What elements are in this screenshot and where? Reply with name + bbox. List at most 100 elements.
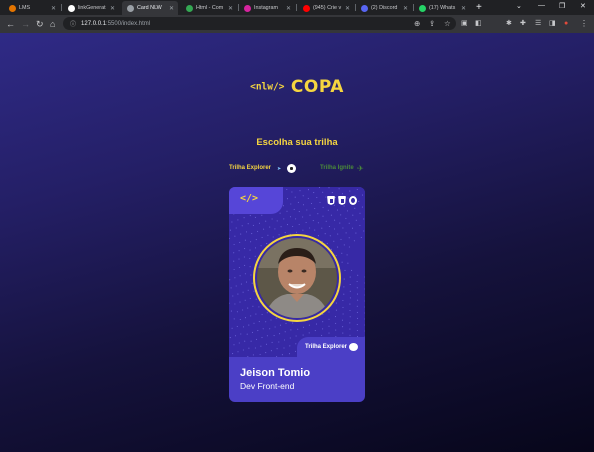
pattern-dot — [349, 297, 351, 299]
site-info-icon[interactable]: ⓘ — [70, 19, 76, 28]
pattern-dot — [341, 261, 343, 263]
browser-tab[interactable]: Instagram ✕ — [239, 1, 295, 15]
code-symbol: </> — [240, 193, 259, 204]
browser-tab[interactable]: (945) Crie v ✕ — [298, 1, 354, 15]
pattern-dot — [255, 239, 257, 241]
pattern-dot — [252, 224, 254, 226]
pattern-dot — [337, 233, 339, 235]
pattern-dot — [335, 322, 337, 324]
close-tab-icon[interactable]: ✕ — [110, 5, 115, 12]
tab-search-icon[interactable]: ⌄ — [516, 2, 522, 10]
plane-icon: ✈ — [357, 164, 364, 173]
close-tab-icon[interactable]: ✕ — [403, 5, 408, 12]
close-tab-icon[interactable]: ✕ — [461, 5, 466, 12]
close-window-button[interactable]: ✕ — [580, 2, 586, 10]
pattern-dot — [229, 337, 231, 339]
menu-kebab-icon[interactable]: ⋮ — [580, 18, 588, 30]
browser-tab[interactable]: Card NLW ✕ — [122, 1, 178, 15]
pattern-dot — [229, 237, 230, 239]
trail-ignite-link[interactable]: Trilha Ignite — [320, 165, 354, 171]
pattern-dot — [305, 221, 307, 224]
pattern-dot — [306, 209, 308, 211]
pattern-dot — [302, 334, 304, 336]
browser-tab[interactable]: (2) Discord ✕ — [356, 1, 412, 15]
reading-list-icon[interactable]: ☰ — [535, 18, 541, 30]
tab-separator — [61, 4, 62, 11]
zoom-icon[interactable]: ⊕ — [414, 17, 420, 30]
pattern-dot — [272, 236, 274, 238]
address-bar[interactable]: ⓘ 127.0.0.1:5500/index.html ⊕ ⇪ ☆ — [63, 17, 456, 30]
pattern-dot — [356, 317, 359, 319]
pattern-dot — [340, 214, 342, 216]
browser-tab[interactable]: (17) Whats ✕ — [414, 1, 470, 15]
extension-icon[interactable]: ▣ — [461, 18, 468, 30]
pattern-dot — [245, 281, 248, 283]
close-tab-icon[interactable]: ✕ — [345, 5, 350, 12]
pattern-dot — [328, 318, 330, 320]
pattern-dot — [247, 307, 249, 309]
pattern-dot — [252, 354, 254, 356]
pattern-dot — [298, 223, 300, 226]
pattern-dot — [337, 246, 339, 248]
new-tab-button[interactable]: + — [476, 2, 482, 13]
pattern-dot — [231, 221, 233, 223]
close-tab-icon[interactable]: ✕ — [228, 5, 233, 12]
browser-tab[interactable]: LMS ✕ — [4, 1, 60, 15]
trail-explorer-link[interactable]: Trilha Explorer — [229, 165, 271, 171]
browser-tab[interactable]: Html - Com ✕ — [181, 1, 237, 15]
pattern-dot — [280, 226, 282, 228]
side-panel-icon[interactable]: ◨ — [549, 18, 556, 30]
pattern-dot — [286, 210, 288, 212]
soccer-ball-icon[interactable] — [287, 164, 296, 173]
pattern-dot — [314, 229, 316, 231]
pattern-dot — [239, 275, 241, 277]
minimize-button[interactable]: — — [538, 2, 545, 9]
forward-icon[interactable]: → — [21, 18, 30, 30]
tab-title: (2) Discord — [371, 5, 398, 11]
extension-icon[interactable]: ◧ — [475, 18, 482, 30]
pattern-dot — [229, 229, 231, 231]
pattern-dot — [318, 187, 321, 188]
pattern-dot — [342, 313, 344, 315]
pattern-dot — [341, 319, 344, 321]
bookmark-star-icon[interactable]: ☆ — [444, 17, 451, 30]
close-tab-icon[interactable]: ✕ — [286, 5, 291, 12]
pattern-dot — [232, 353, 234, 355]
pattern-dot — [262, 328, 264, 330]
pattern-dot — [335, 255, 337, 257]
pattern-dot — [278, 341, 280, 343]
home-icon[interactable]: ⌂ — [50, 18, 55, 30]
maximize-button[interactable]: ❐ — [559, 2, 565, 10]
back-icon[interactable]: ← — [6, 18, 15, 30]
extensions-puzzle-icon[interactable]: ✚ — [520, 18, 526, 30]
pattern-dot — [334, 219, 336, 221]
pattern-dot — [340, 238, 342, 240]
profile-avatar[interactable]: ● — [564, 18, 568, 30]
close-tab-icon[interactable]: ✕ — [169, 5, 174, 12]
pattern-dot — [293, 208, 295, 210]
pattern-dot — [240, 283, 242, 285]
pattern-dot — [343, 286, 345, 288]
pattern-dot — [349, 290, 351, 292]
pattern-dot — [258, 321, 260, 323]
share-icon[interactable]: ⇪ — [429, 17, 435, 30]
browser-tab[interactable]: linkGenerat ✕ — [63, 1, 119, 15]
pattern-dot — [328, 332, 330, 334]
url-host: 127.0.0.1 — [81, 20, 107, 27]
pattern-dot — [358, 200, 360, 202]
pattern-dot — [270, 319, 272, 321]
pattern-dot — [363, 218, 365, 220]
reload-icon[interactable]: ↻ — [36, 18, 44, 30]
extension-icon[interactable]: ✱ — [506, 18, 512, 30]
pattern-dot — [327, 209, 329, 211]
pattern-dot — [255, 338, 258, 340]
pattern-dot — [355, 232, 357, 234]
pattern-dot — [255, 313, 257, 315]
tab-title: Html - Com — [196, 5, 224, 11]
close-tab-icon[interactable]: ✕ — [51, 5, 56, 12]
pattern-dot — [251, 233, 253, 235]
pattern-dot — [297, 201, 299, 203]
pattern-dot — [364, 318, 365, 320]
pattern-dot — [295, 335, 297, 337]
pattern-dot — [364, 300, 365, 302]
